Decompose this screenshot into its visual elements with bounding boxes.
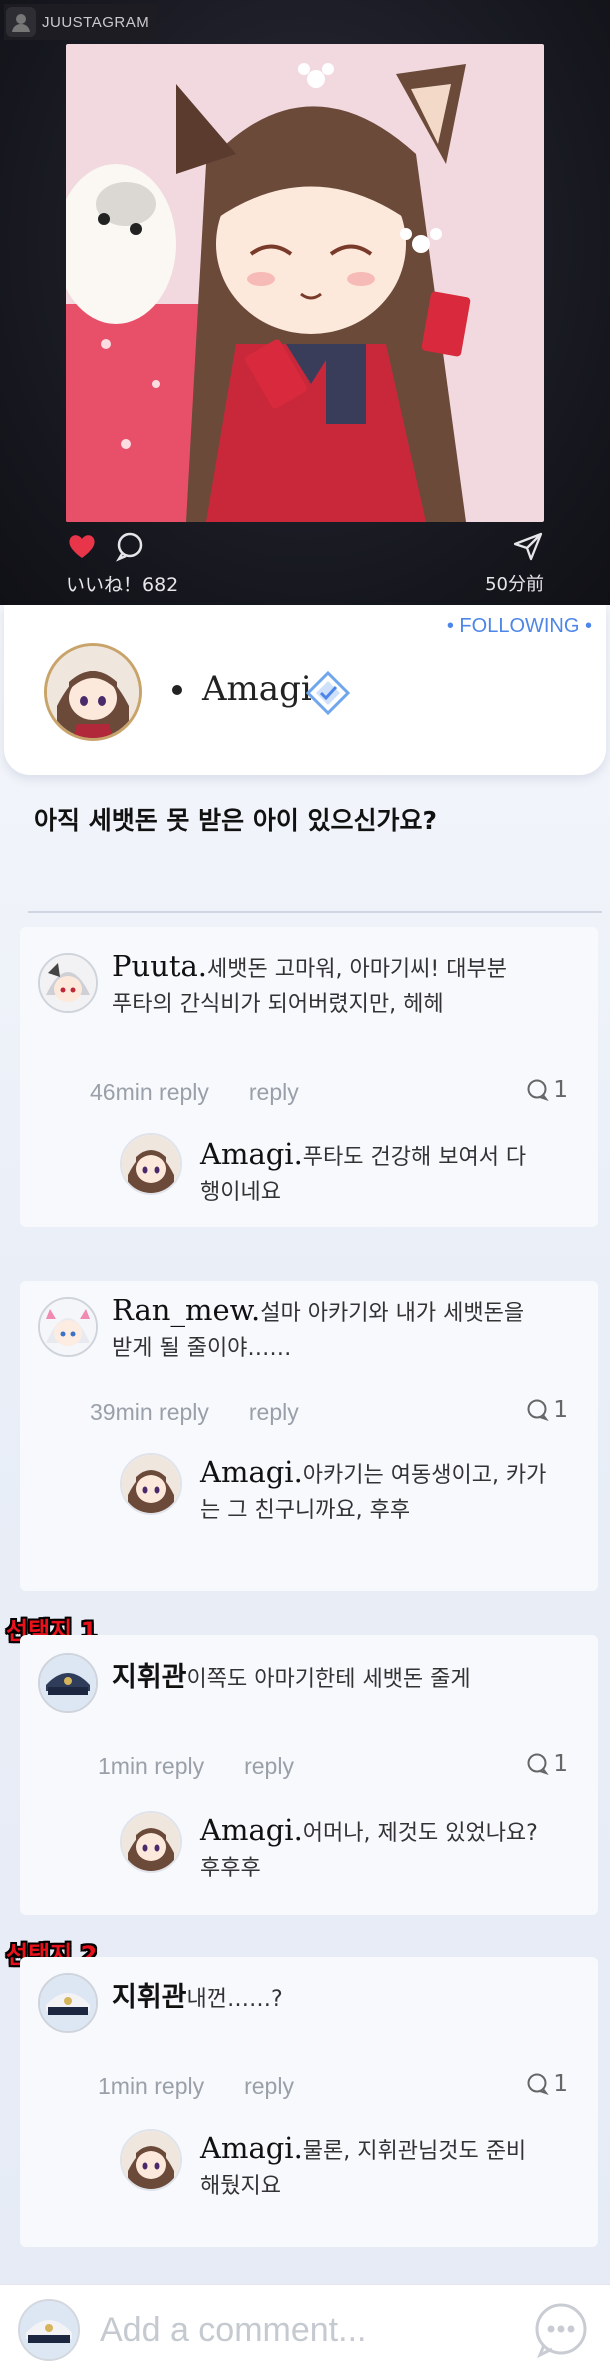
post-image[interactable]	[66, 44, 544, 522]
reply-username[interactable]: Amagi.	[200, 1813, 303, 1847]
comment-time[interactable]: 39min reply	[90, 1399, 209, 1425]
reply-button[interactable]: reply	[244, 2073, 294, 2099]
comment-time[interactable]: 46min reply	[90, 1079, 209, 1105]
profile-card: • FOLLOWING • Amagi	[4, 605, 606, 775]
reply-username[interactable]: Amagi.	[200, 1137, 303, 1171]
brand-name: JUUSTAGRAM	[42, 13, 150, 31]
reply-count[interactable]: 1	[525, 1751, 568, 1777]
comment-bubble-icon[interactable]	[114, 530, 146, 562]
reply-text: Amagi.물론, 지휘관님것도 준비 해뒀지요	[200, 2131, 590, 2204]
comment-thread: Ran_mew.설마 아카기와 내가 세뱃돈을 받게 될 줄이야…… 39min…	[20, 1281, 598, 1591]
avatar[interactable]	[120, 1811, 182, 1873]
verified-diamond-icon	[305, 670, 351, 716]
avatar[interactable]	[44, 643, 142, 741]
comment-meta: 1min reply reply	[98, 2073, 294, 2100]
app-brand: JUUSTAGRAM	[4, 4, 158, 40]
reply-count-value: 1	[553, 1077, 568, 1103]
reply-body: 물론, 지휘관님것도 준비	[302, 2139, 527, 2164]
reply-body: 푸타도 건강해 보여서 다	[302, 1145, 527, 1170]
comment-thread: Puuta.세뱃돈 고마워, 아마기씨! 대부분 푸타의 간식비가 되어버렸지만…	[20, 927, 598, 1227]
avatar[interactable]	[18, 2299, 80, 2361]
avatar[interactable]	[38, 1653, 98, 1713]
post-detail: • FOLLOWING • Amagi 아직 세뱃돈 못 받은 아이 있으신가요…	[0, 605, 610, 2376]
comment-body: 세뱃돈 고마워, 아마기씨! 대부분	[207, 957, 507, 982]
reply-button[interactable]: reply	[249, 1399, 299, 1425]
comment-meta: 39min reply reply	[90, 1399, 299, 1426]
reply-count[interactable]: 1	[525, 1077, 568, 1103]
reply-bubble-icon	[527, 1753, 550, 1775]
comment-body: 내껀……?	[186, 1987, 283, 2012]
comment-username[interactable]: 지휘관	[112, 1662, 187, 1693]
post-header: JUUSTAGRAM いいね！682 50分前	[0, 0, 610, 605]
comment-input[interactable]	[98, 2305, 522, 2355]
reply-button[interactable]: reply	[244, 1753, 294, 1779]
comment-text: 지휘관내껀……?	[112, 1981, 582, 2017]
comment-text: 지휘관이쪽도 아마기한테 세뱃돈 줄게	[112, 1661, 582, 1697]
reply-body: 어머나, 제것도 있었나요?	[302, 1821, 538, 1846]
following-button[interactable]: • FOLLOWING •	[447, 615, 592, 638]
avatar[interactable]	[120, 2129, 182, 2191]
reply-body: 행이네요	[200, 1180, 281, 1205]
reply-text: Amagi.푸타도 건강해 보여서 다 행이네요	[200, 1137, 580, 1210]
avatar[interactable]	[120, 1453, 182, 1515]
reply-body: 아카기는 여동생이고, 카가	[302, 1463, 547, 1488]
reply-button[interactable]: reply	[249, 1079, 299, 1105]
comment-meta: 1min reply reply	[98, 1753, 294, 1780]
post-actions	[66, 530, 544, 570]
avatar[interactable]	[38, 1973, 98, 2033]
avatar[interactable]	[38, 1297, 98, 1357]
comment-username[interactable]: Ran_mew.	[112, 1293, 260, 1327]
comment-body: 이쪽도 아마기한테 세뱃돈 줄게	[186, 1667, 471, 1692]
reply-username[interactable]: Amagi.	[200, 2131, 303, 2165]
profile-name[interactable]: Amagi	[202, 669, 312, 709]
reply-body: 는 그 친구니까요, 후후	[200, 1498, 411, 1523]
comment-thread: 지휘관내껀……? 1min reply reply 1 Amagi.물론, 지휘관…	[20, 1957, 598, 2247]
user-silhouette-icon	[6, 7, 36, 37]
reply-text: Amagi.어머나, 제것도 있었나요? 후후후	[200, 1813, 590, 1886]
reply-bubble-icon	[527, 1079, 550, 1101]
comment-bar	[0, 2284, 610, 2377]
comment-meta: 46min reply reply	[90, 1079, 299, 1106]
comment-body: 푸타의 간식비가 되어버렸지만, 헤헤	[112, 992, 444, 1017]
post-time: 50分前	[485, 574, 544, 595]
post-caption: 아직 세뱃돈 못 받은 아이 있으신가요?	[34, 806, 438, 835]
reply-count-value: 1	[553, 2071, 568, 2097]
comment-body: 설마 아카기와 내가 세뱃돈을	[260, 1301, 525, 1326]
bullet	[172, 685, 182, 695]
chat-dots-icon[interactable]	[532, 2301, 590, 2359]
reply-username[interactable]: Amagi.	[200, 1455, 303, 1489]
avatar[interactable]	[120, 1133, 182, 1195]
comment-username[interactable]: 지휘관	[112, 1982, 187, 2013]
comment-body: 받게 될 줄이야……	[112, 1336, 292, 1361]
comment-username[interactable]: Puuta.	[112, 949, 207, 983]
reply-count-value: 1	[553, 1751, 568, 1777]
comment-time[interactable]: 1min reply	[98, 2073, 204, 2099]
like-count: いいね！682	[66, 574, 179, 596]
comment-text: Ran_mew.설마 아카기와 내가 세뱃돈을 받게 될 줄이야……	[112, 1293, 582, 1366]
reply-count-value: 1	[553, 1397, 568, 1423]
avatar[interactable]	[38, 953, 98, 1013]
reply-bubble-icon	[527, 1399, 550, 1421]
reply-count[interactable]: 1	[525, 2071, 568, 2097]
send-icon[interactable]	[512, 530, 544, 562]
comment-thread: 지휘관이쪽도 아마기한테 세뱃돈 줄게 1min reply reply 1 Am…	[20, 1635, 598, 1915]
reply-count[interactable]: 1	[525, 1397, 568, 1423]
reply-body: 해뒀지요	[200, 2174, 281, 2199]
divider	[28, 911, 602, 913]
reply-text: Amagi.아카기는 여동생이고, 카가 는 그 친구니까요, 후후	[200, 1455, 590, 1528]
comment-time[interactable]: 1min reply	[98, 1753, 204, 1779]
heart-icon[interactable]	[66, 530, 98, 562]
comment-text: Puuta.세뱃돈 고마워, 아마기씨! 대부분 푸타의 간식비가 되어버렸지만…	[112, 949, 582, 1022]
reply-body: 후후후	[200, 1856, 261, 1881]
reply-bubble-icon	[527, 2073, 550, 2095]
